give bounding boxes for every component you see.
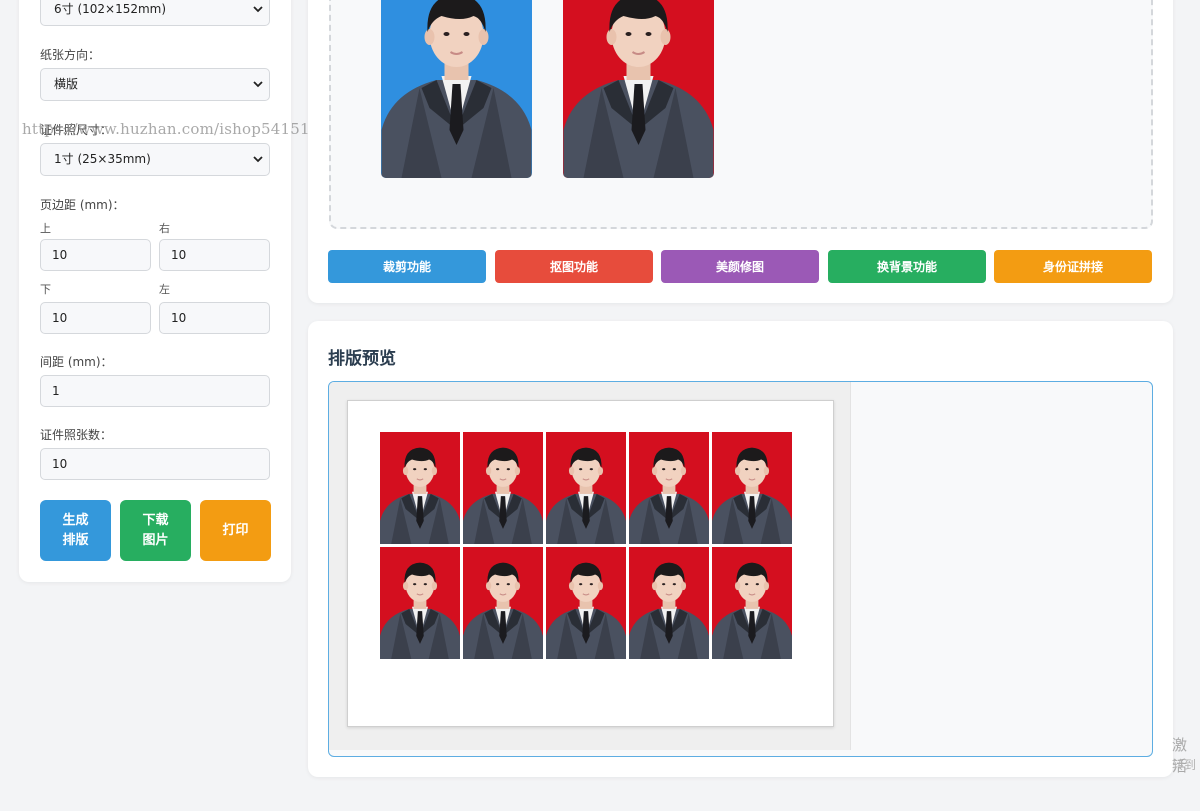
layout-photo-thumb bbox=[712, 432, 792, 544]
download-image-button[interactable]: 下载 图片 bbox=[120, 500, 191, 561]
spacing-label: 间距 (mm)： bbox=[40, 355, 113, 369]
download-line2: 图片 bbox=[142, 532, 169, 548]
beautify-button[interactable]: 美颜修图 bbox=[661, 250, 819, 283]
generate-line1: 生成 bbox=[62, 512, 89, 528]
generate-line2: 排版 bbox=[62, 532, 89, 548]
margin-left-label: 左 bbox=[159, 283, 170, 296]
chevron-down-icon bbox=[253, 81, 263, 88]
spacing-input[interactable]: 1 bbox=[40, 375, 270, 407]
orientation-label: 纸张方向： bbox=[40, 48, 101, 62]
layout-photo-thumb bbox=[380, 547, 460, 659]
paper-size-select[interactable]: 6寸 (102×152mm) bbox=[40, 0, 270, 26]
orientation-value: 横版 bbox=[54, 77, 79, 91]
change-background-button[interactable]: 换背景功能 bbox=[828, 250, 986, 283]
layout-photo-thumb bbox=[380, 432, 460, 544]
margin-right-label: 右 bbox=[159, 222, 170, 235]
paper-size-value: 6寸 (102×152mm) bbox=[54, 2, 167, 16]
margin-bottom-label: 下 bbox=[40, 283, 51, 296]
margins-label: 页边距 (mm)： bbox=[40, 198, 125, 212]
layout-photo-thumb bbox=[629, 547, 709, 659]
layout-preview-frame bbox=[328, 381, 1153, 757]
photo-size-select[interactable]: 1寸 (25×35mm) bbox=[40, 143, 270, 176]
margin-top-label: 上 bbox=[40, 222, 51, 235]
portrait-image bbox=[381, 0, 532, 178]
id-card-stitch-button[interactable]: 身份证拼接 bbox=[994, 250, 1152, 283]
chevron-down-icon bbox=[253, 6, 263, 13]
print-button[interactable]: 打印 bbox=[200, 500, 271, 561]
layout-photo-thumb bbox=[546, 547, 626, 659]
windows-activate-line2: 转到 bbox=[1172, 758, 1197, 772]
red-background-photo[interactable] bbox=[563, 0, 714, 178]
photo-size-value: 1寸 (25×35mm) bbox=[54, 152, 151, 166]
download-line1: 下载 bbox=[142, 512, 169, 528]
print-paper bbox=[347, 400, 834, 727]
count-label: 证件照张数： bbox=[40, 428, 113, 442]
blue-background-photo[interactable] bbox=[381, 0, 532, 178]
layout-preview-title: 排版预览 bbox=[328, 349, 396, 369]
cutout-button[interactable]: 抠图功能 bbox=[495, 250, 653, 283]
layout-photo-thumb bbox=[629, 432, 709, 544]
chevron-down-icon bbox=[253, 156, 263, 163]
editor-card: 裁剪功能 抠图功能 美颜修图 换背景功能 身份证拼接 bbox=[308, 0, 1173, 303]
layout-photo-thumb bbox=[463, 547, 543, 659]
portrait-image bbox=[563, 0, 714, 178]
watermark-text: https://www.huzhan.com/ishop54151 bbox=[22, 120, 310, 138]
margin-top-input[interactable]: 10 bbox=[40, 239, 151, 271]
layout-photo-thumb bbox=[463, 432, 543, 544]
print-label: 打印 bbox=[222, 522, 249, 538]
margin-right-input[interactable]: 10 bbox=[159, 239, 270, 271]
margin-left-input[interactable]: 10 bbox=[159, 302, 270, 334]
generate-layout-button[interactable]: 生成 排版 bbox=[40, 500, 111, 561]
layout-preview-card: 排版预览 bbox=[308, 321, 1173, 777]
preview-canvas bbox=[329, 382, 851, 750]
layout-photo-thumb bbox=[712, 547, 792, 659]
crop-button[interactable]: 裁剪功能 bbox=[328, 250, 486, 283]
upload-dropzone[interactable] bbox=[329, 0, 1153, 229]
count-input[interactable]: 10 bbox=[40, 448, 270, 480]
settings-panel: 6寸 (102×152mm) 纸张方向： 横版 证件照尺寸： 1寸 (25×35… bbox=[19, 0, 291, 582]
margin-bottom-input[interactable]: 10 bbox=[40, 302, 151, 334]
layout-photo-thumb bbox=[546, 432, 626, 544]
orientation-select[interactable]: 横版 bbox=[40, 68, 270, 101]
